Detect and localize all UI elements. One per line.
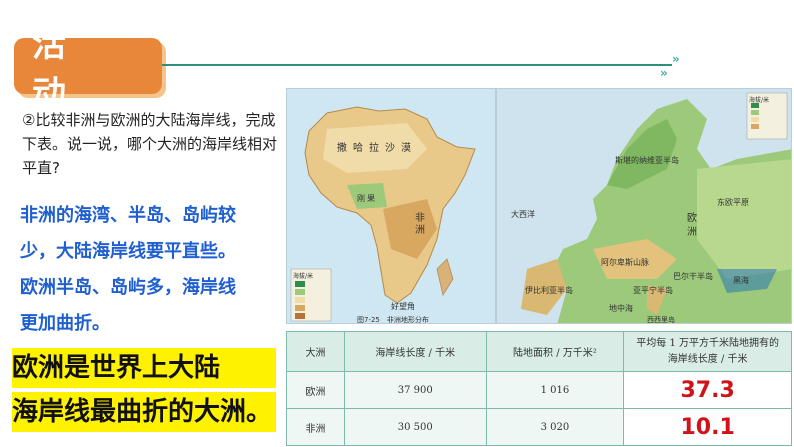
map-label: 刚 bbox=[357, 194, 365, 203]
map-label: 欧 bbox=[687, 213, 697, 224]
map-label: 洲 bbox=[415, 225, 425, 236]
map-label: 大西洋 bbox=[511, 210, 535, 219]
activity-title-badge: 活 动 bbox=[14, 25, 162, 114]
continent-cell: 欧洲 bbox=[286, 371, 345, 409]
map-label: 西西里岛 bbox=[647, 316, 675, 324]
map-legend-title: 海拔/米 bbox=[293, 273, 314, 280]
chevron-right-icon: » bbox=[672, 52, 680, 66]
map-label: 亚平宁半岛 bbox=[633, 286, 673, 295]
column-header: 平均每 1 万平方千米陆地拥有的海岸线长度 / 千米 bbox=[623, 331, 792, 372]
coastline-table: 大洲 海岸线长度 / 千米 陆地面积 / 万千米² 平均每 1 万平方千米陆地拥… bbox=[286, 331, 792, 446]
map-label: 伊比利亚半岛 bbox=[525, 286, 573, 295]
map-label: 哈 bbox=[353, 143, 363, 154]
map-label: 斯堪的纳维亚半岛 bbox=[615, 156, 679, 165]
column-header: 大洲 bbox=[286, 331, 345, 372]
answer-line: 更加曲折。 bbox=[20, 313, 110, 334]
africa-terrain-map: 撒 哈 拉 沙 漠 非 洲 刚 果 好望角 海拔/米 图7-25 非洲地形分布 bbox=[286, 88, 496, 324]
title-underline bbox=[162, 64, 672, 66]
map-label: 好望角 bbox=[391, 302, 415, 311]
continent-cell: 非洲 bbox=[286, 408, 345, 446]
table-row: 非洲 30 500 3 020 10.1 bbox=[286, 408, 792, 446]
map-label: 洲 bbox=[687, 227, 697, 238]
column-header: 海岸线长度 / 千米 bbox=[343, 331, 487, 372]
answer-line: 少，大陆海岸线要平直些。 bbox=[20, 241, 236, 262]
column-header: 陆地面积 / 万千米² bbox=[485, 331, 625, 372]
conclusion-line: 海岸线最曲折的大洲。 bbox=[12, 397, 273, 427]
conclusion-line: 欧洲是世界上大陆 bbox=[12, 353, 221, 383]
table-header-row: 大洲 海岸线长度 / 千米 陆地面积 / 万千米² 平均每 1 万平方千米陆地拥… bbox=[286, 331, 792, 372]
map-label: 漠 bbox=[401, 143, 411, 154]
map-label: 地中海 bbox=[609, 304, 633, 313]
activity-title: 活 动 bbox=[32, 25, 84, 114]
map-label: 果 bbox=[367, 194, 375, 203]
area-cell: 1 016 bbox=[485, 371, 625, 409]
coastline-cell: 30 500 bbox=[343, 408, 487, 446]
ratio-cell: 10.1 bbox=[623, 408, 792, 446]
table-row: 欧洲 37 900 1 016 37.3 bbox=[286, 371, 792, 409]
map-legend-title: 海拔/米 bbox=[749, 97, 770, 104]
europe-terrain-map: 斯堪的纳维亚半岛 欧 洲 东欧平原 阿尔卑斯山脉 伊比利亚半岛 巴尔干半岛 黑海… bbox=[496, 88, 792, 324]
question-text: ②比较非洲与欧洲的大陆海岸线，完成下表。说一说，哪个大洲的海岸线相对平直? bbox=[22, 111, 278, 177]
map-label: 东欧平原 bbox=[717, 198, 749, 207]
map-label: 沙 bbox=[385, 143, 395, 154]
answer-line: 欧洲半岛、岛屿多，海岸线 bbox=[20, 277, 236, 298]
map-label: 阿尔卑斯山脉 bbox=[601, 258, 649, 267]
map-caption: 图7-25 非洲地形分布 bbox=[357, 316, 429, 324]
answer-text: 非洲的海湾、半岛、岛屿较 少，大陆海岸线要平直些。 欧洲半岛、岛屿多，海岸线 更… bbox=[20, 198, 290, 342]
map-label: 撒 bbox=[337, 143, 347, 154]
ratio-cell: 37.3 bbox=[623, 371, 792, 409]
africa-map-graphic bbox=[290, 106, 476, 322]
answer-line: 非洲的海湾、半岛、岛屿较 bbox=[20, 205, 236, 226]
map-label: 黑海 bbox=[733, 276, 749, 285]
map-label: 拉 bbox=[369, 143, 379, 154]
map-label: 巴尔干半岛 bbox=[673, 272, 713, 281]
chevron-right-icon: » bbox=[660, 66, 668, 80]
coastline-cell: 37 900 bbox=[343, 371, 487, 409]
area-cell: 3 020 bbox=[485, 408, 625, 446]
